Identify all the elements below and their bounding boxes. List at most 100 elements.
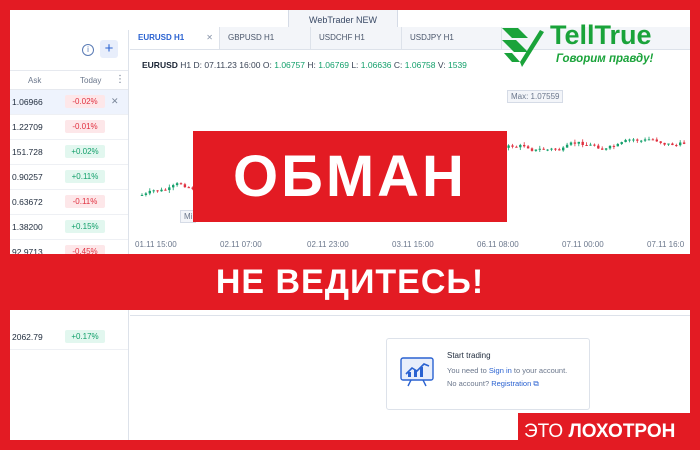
candle-body [187,187,190,189]
candle-body [682,142,686,144]
sign-in-link[interactable]: Sign in [489,366,512,375]
candle-body [624,139,627,143]
candle-body [534,149,538,151]
candle-body [643,139,647,141]
candle-body [168,187,171,191]
candle-body [601,148,604,150]
sign-in-suffix: to your account. [513,366,568,375]
candle-body [148,190,151,194]
sign-in-prefix: You need to [447,366,487,375]
candle-body [523,144,526,147]
no-account-text: No account? [447,379,490,388]
change-badge: +0.17% [65,330,105,343]
candle-body [558,149,561,151]
candle-body [667,143,670,145]
warning-stripe: НЕ ВЕДИТЕСЬ! [0,254,700,310]
tab-label: USDCHF H1 [319,33,365,42]
chart-board-icon [400,357,434,387]
candle-body [616,144,619,147]
close-icon[interactable]: ✕ [111,96,119,107]
registration-link[interactable]: Registration [491,379,531,388]
watchlist-row[interactable]: 0.90257 +0.11% [10,165,128,190]
candle-body [585,145,588,147]
time-axis: 01.11 15:00 02.11 07:00 02.11 23:00 03.1… [130,238,690,252]
candle-body [589,144,592,146]
watchlist-row[interactable]: 1.06966 -0.02% ✕ [10,90,128,115]
change-badge: -0.11% [65,195,105,208]
watchlist-row[interactable]: 151.728 +0.02% [10,140,128,165]
watchlist-panel: i + Ask Today ⋮ 1.06966 -0.02% ✕ 1.22709… [10,30,129,440]
ask-price: 1.38200 [12,222,43,232]
tab-label: USDJPY H1 [410,33,454,42]
start-trading-title: Start trading [447,351,491,360]
candle-body [597,145,600,149]
watchlist-columns: Ask Today ⋮ [10,71,128,90]
candle-body [160,189,163,192]
candle-body [519,144,522,148]
candle-body [550,148,553,150]
time-tick: 01.11 15:00 [135,240,177,249]
change-badge: +0.02% [65,145,105,158]
watchlist-header: i + [10,30,128,71]
sign-in-text: You need to Sign in to your account. [447,366,567,375]
candle-body [562,147,565,151]
candle-body [179,183,183,185]
add-symbol-button[interactable]: + [100,40,118,58]
watchlist-row[interactable]: 1.22709 -0.01% [10,115,128,140]
candle-body [156,190,159,192]
tab-label: EURUSD H1 [138,33,185,42]
watchlist-row[interactable]: 1.38200 +0.15% [10,215,128,240]
candle-body [628,139,631,141]
column-ask[interactable]: Ask [28,76,41,85]
tab-eurusd[interactable]: EURUSD H1 ✕ [130,27,220,49]
candle-body [515,146,518,148]
external-link-icon[interactable]: ⧉ [533,379,538,388]
candle-body [647,139,651,141]
candle-body [569,142,573,145]
ask-price: 2062.79 [12,332,43,342]
candle-body [144,193,148,195]
change-badge: +0.11% [65,170,105,183]
candle-body [565,144,569,148]
watchlist-row[interactable]: 0.63672 -0.11% [10,190,128,215]
candle-body [604,148,608,150]
candle-body [573,142,577,144]
ask-price: 0.90257 [12,172,43,182]
tab-gbpusd[interactable]: GBPUSD H1 [220,27,311,49]
time-tick: 07.11 16:0 [647,240,685,249]
trading-platform: WebTrader NEW i + Ask Today ⋮ 1.06966 -0… [10,10,690,440]
candle-body [152,190,155,192]
time-tick: 06.11 08:00 [477,240,519,249]
candle-body [581,141,584,146]
scam-prefix: ЭТО [524,421,564,442]
candle-body [507,145,510,148]
time-tick: 07.11 00:00 [562,240,604,249]
candle-body [530,148,534,151]
column-today[interactable]: Today [80,76,101,85]
watchlist-row[interactable]: 2062.79 +0.17% [10,325,128,350]
start-trading-card: Start trading You need to Sign in to you… [386,338,590,410]
more-vertical-icon[interactable]: ⋮ [115,74,125,85]
candle-body [175,183,179,186]
change-badge: +0.15% [65,220,105,233]
candle-body [554,148,557,150]
candle-body [172,185,175,188]
ask-price: 1.06966 [12,97,43,107]
max-price-tag: Max: 1.07559 [507,90,564,103]
info-icon[interactable]: i [82,44,94,56]
candle-body [659,141,662,143]
registration-text: No account? Registration ⧉ [447,379,539,389]
candle-body [546,149,549,151]
candle-body [542,148,545,150]
candle-body [593,144,596,146]
tab-label: GBPUSD H1 [228,33,275,42]
candle-body [671,143,674,146]
candle-body [655,139,658,142]
tab-usdchf[interactable]: USDCHF H1 [311,27,402,49]
tab-usdjpy[interactable]: USDJPY H1 [402,27,502,49]
close-icon[interactable]: ✕ [206,27,213,49]
candle-body [526,146,530,149]
telltrue-logo-icon [502,28,544,67]
ask-price: 151.728 [12,147,43,157]
time-tick: 03.11 15:00 [392,240,434,249]
